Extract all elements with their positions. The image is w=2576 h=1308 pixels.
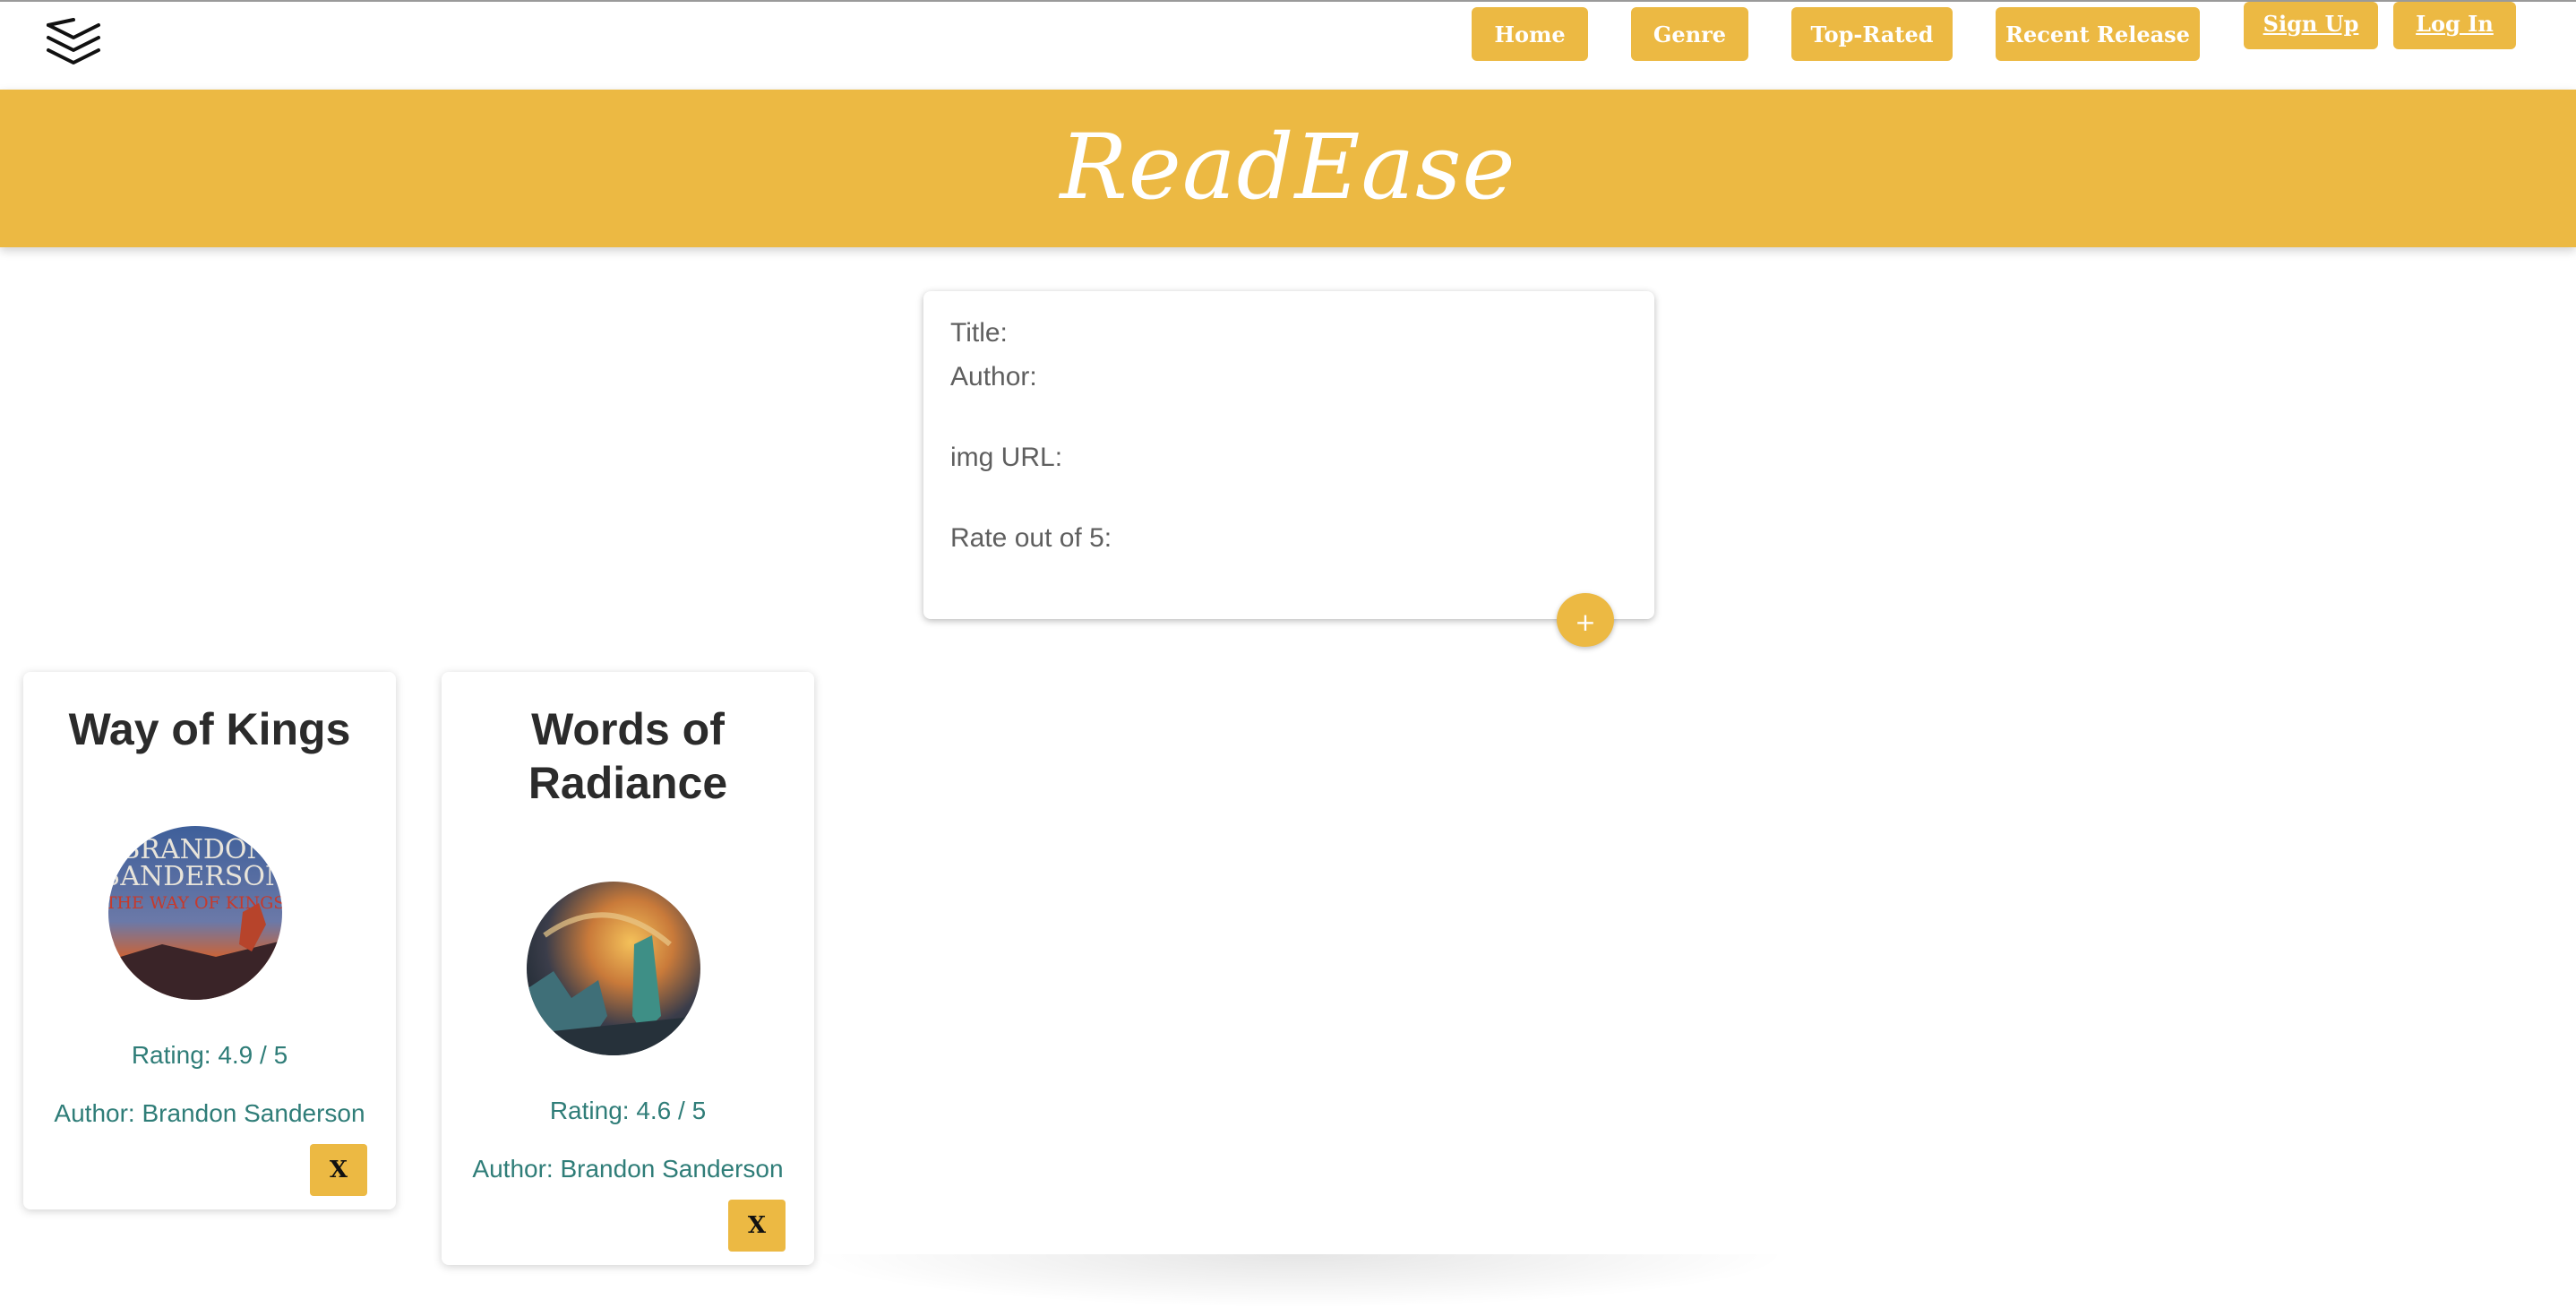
brand-banner: ReadEase xyxy=(0,90,2576,247)
book-cover-image: BRANDON SANDERSON THE WAY OF KINGS xyxy=(108,826,282,1000)
stacked-chevrons-icon[interactable] xyxy=(45,18,102,68)
top-navbar: Home Genre Top-Rated Recent Release Sign… xyxy=(0,2,2576,90)
bottom-shadow xyxy=(806,1254,1791,1308)
delete-book-button[interactable]: X xyxy=(310,1144,367,1196)
brand-title: ReadEase xyxy=(1060,114,1516,219)
cover-author-last: SANDERSON xyxy=(108,861,282,892)
nav-top-rated-button[interactable]: Top-Rated xyxy=(1791,7,1953,61)
nav-recent-release-button[interactable]: Recent Release xyxy=(1996,7,2200,61)
add-book-form: Title: Author: img URL: Rate out of 5: xyxy=(923,291,1654,619)
author-field-label[interactable]: Author: xyxy=(950,362,1037,392)
nav-genre-button[interactable]: Genre xyxy=(1631,7,1748,61)
book-title: Way of Kings xyxy=(68,704,351,754)
book-title-line-2: Radiance xyxy=(528,758,728,808)
title-field-label[interactable]: Title: xyxy=(950,318,1008,349)
book-author: Author: Brandon Sanderson xyxy=(472,1155,784,1183)
cover-book-title: THE WAY OF KINGS xyxy=(108,893,282,913)
book-card: Words of Radiance Rating: 4.6 / 5 Author… xyxy=(442,672,814,1265)
book-card: Way of Kings BRANDON SANDERSON THE WAY O… xyxy=(23,672,396,1209)
book-rating: Rating: 4.9 / 5 xyxy=(131,1041,288,1069)
img-url-field-label[interactable]: img URL: xyxy=(950,443,1062,473)
log-in-link[interactable]: Log In xyxy=(2393,2,2516,49)
add-book-button[interactable]: + xyxy=(1557,593,1614,647)
nav-home-button[interactable]: Home xyxy=(1472,7,1588,61)
book-title-line-1: Words of xyxy=(531,704,725,754)
sign-up-link[interactable]: Sign Up xyxy=(2244,2,2378,49)
book-author: Author: Brandon Sanderson xyxy=(54,1099,365,1127)
book-cover-image xyxy=(527,882,700,1055)
rating-field-label[interactable]: Rate out of 5: xyxy=(950,523,1112,554)
delete-book-button[interactable]: X xyxy=(728,1200,786,1252)
book-rating: Rating: 4.6 / 5 xyxy=(549,1097,707,1124)
